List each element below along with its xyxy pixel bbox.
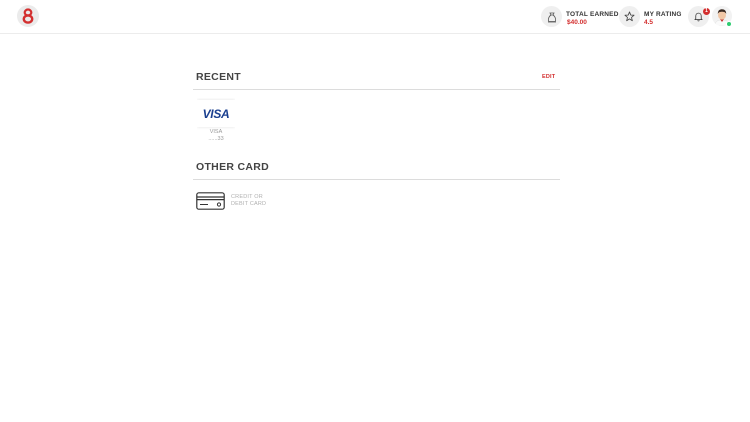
other-card-divider <box>193 179 560 180</box>
credit-debit-line-2: DEBIT CARD <box>231 201 267 207</box>
top-header: TOTAL EARNED $40.00 MY RATING 4.5 1 <box>0 0 750 34</box>
credit-debit-card-label: CREDIT OR DEBIT CARD <box>231 194 266 208</box>
other-card-section-title: OTHER CARD <box>196 161 269 173</box>
notification-count-badge: 1 <box>703 8 710 15</box>
recent-section-title: RECENT <box>196 71 241 83</box>
money-bag-icon <box>541 6 562 27</box>
visa-logo-text: VISA <box>202 106 230 121</box>
total-earned-label: TOTAL EARNED <box>566 11 619 18</box>
total-earned-value: $40.00 <box>567 19 587 26</box>
saved-card-visa[interactable]: VISA VISA ......33 <box>197 98 235 144</box>
visa-logo: VISA <box>197 100 235 127</box>
online-status-dot <box>726 21 732 27</box>
credit-card-icon <box>196 192 225 210</box>
star-icon <box>619 6 640 27</box>
add-credit-debit-card-option[interactable]: CREDIT OR DEBIT CARD <box>196 191 276 211</box>
my-rating-label: MY RATING <box>644 11 682 18</box>
my-rating-value: 4.5 <box>644 19 654 26</box>
card-last-digits: ......33 <box>208 136 224 142</box>
credit-debit-line-1: CREDIT OR <box>231 194 263 200</box>
card-brand-label: VISA <box>209 129 223 135</box>
app-logo[interactable] <box>17 5 39 27</box>
logo-8-icon <box>22 8 34 24</box>
recent-divider <box>193 89 560 90</box>
edit-cards-button[interactable]: EDIT <box>542 74 555 80</box>
